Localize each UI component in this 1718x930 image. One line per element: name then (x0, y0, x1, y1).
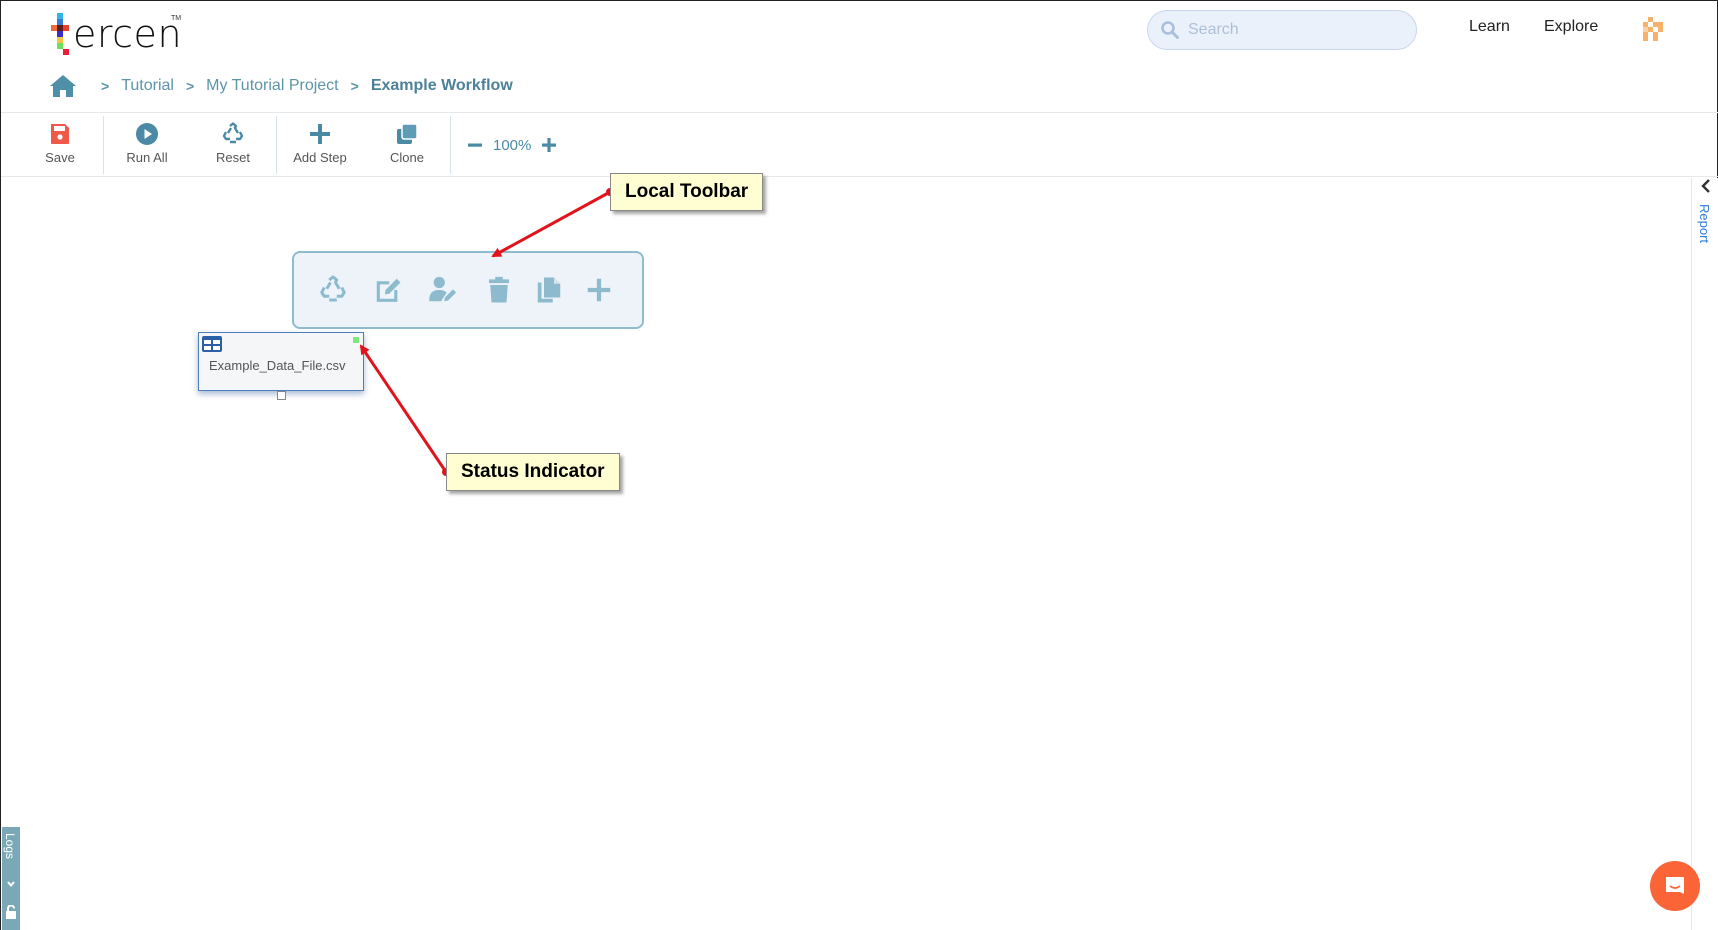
toolbar-divider (103, 116, 104, 174)
save-button[interactable]: Save (20, 122, 100, 172)
tercen-logo[interactable]: ercen TM (51, 11, 182, 56)
breadcrumb-workflow: Example Workflow (370, 77, 513, 94)
search-icon (1161, 21, 1179, 39)
breadcrumb-tutorial[interactable]: Tutorial (121, 77, 174, 95)
header: ercen TM Learn Explore > Tutorial > My T… (1, 1, 1718, 113)
unlock-icon (6, 905, 16, 919)
local-toolbar (292, 251, 644, 329)
report-panel-toggle[interactable]: Report (1691, 178, 1718, 930)
breadcrumb-separator: > (101, 78, 110, 94)
logo-trademark: TM (171, 15, 182, 22)
zoom-out-icon[interactable] (465, 135, 485, 155)
breadcrumb-separator: > (350, 78, 359, 94)
chat-icon (1666, 877, 1684, 894)
plus-icon (310, 124, 330, 144)
clone-button[interactable]: Clone (367, 122, 447, 172)
logo-mark-icon (51, 11, 73, 55)
add-step-label: Add Step (293, 150, 347, 165)
node-label: Example_Data_File.csv (209, 358, 346, 373)
recycle-icon[interactable] (318, 275, 348, 305)
play-circle-icon (136, 123, 158, 145)
user-avatar-icon[interactable] (1639, 17, 1667, 45)
chat-support-button[interactable] (1650, 861, 1700, 911)
search-input[interactable] (1188, 15, 1408, 45)
annotation-status-indicator: Status Indicator (446, 453, 620, 491)
reset-label: Reset (216, 150, 250, 165)
run-all-button[interactable]: Run All (107, 122, 187, 172)
workflow-canvas[interactable]: Example_Data_File.csv Local Toolbar Stat… (1, 173, 1691, 930)
search-box[interactable] (1147, 10, 1417, 50)
copy-icon[interactable] (534, 275, 564, 305)
nav-learn-link[interactable]: Learn (1469, 18, 1510, 36)
plus-icon[interactable] (584, 275, 614, 305)
annotation-local-toolbar: Local Toolbar (610, 173, 764, 211)
report-label[interactable]: Report (1697, 204, 1712, 243)
edit-icon[interactable] (373, 275, 403, 305)
chevron-down-icon (7, 881, 15, 888)
clone-icon (397, 123, 418, 144)
zoom-control: 100% (465, 132, 559, 158)
user-edit-icon[interactable] (428, 275, 458, 305)
workflow-node-data-table[interactable]: Example_Data_File.csv (198, 332, 364, 400)
arrow-local-toolbar (491, 190, 611, 258)
breadcrumb-separator: > (185, 78, 195, 94)
run-all-label: Run All (126, 150, 168, 165)
logo-text: ercen (73, 12, 183, 56)
breadcrumb: > Tutorial > My Tutorial Project > Examp… (49, 73, 513, 99)
save-icon (51, 124, 69, 144)
nav-explore-link[interactable]: Explore (1544, 18, 1598, 36)
workflow-toolbar: Save Run All Reset Add Step Clone 100% (1, 114, 1718, 177)
breadcrumb-project[interactable]: My Tutorial Project (206, 77, 338, 95)
zoom-level: 100% (493, 136, 532, 154)
trash-icon[interactable] (484, 275, 514, 305)
logs-label: Logs (3, 833, 17, 860)
home-icon[interactable] (49, 74, 77, 98)
chevron-left-icon[interactable] (1699, 178, 1713, 194)
node-output-port[interactable] (277, 391, 286, 400)
save-label: Save (45, 150, 75, 165)
add-step-button[interactable]: Add Step (280, 122, 360, 172)
toolbar-divider (450, 116, 451, 174)
reset-button[interactable]: Reset (193, 122, 273, 172)
status-indicator (353, 337, 359, 343)
toolbar-divider (276, 116, 277, 174)
logs-tab[interactable]: Logs (2, 827, 20, 930)
table-icon (202, 336, 222, 352)
annotation-arrows (359, 188, 614, 476)
recycle-icon (222, 122, 244, 144)
clone-label: Clone (390, 150, 424, 165)
arrow-status-indicator (359, 344, 448, 473)
zoom-in-icon[interactable] (539, 135, 559, 155)
